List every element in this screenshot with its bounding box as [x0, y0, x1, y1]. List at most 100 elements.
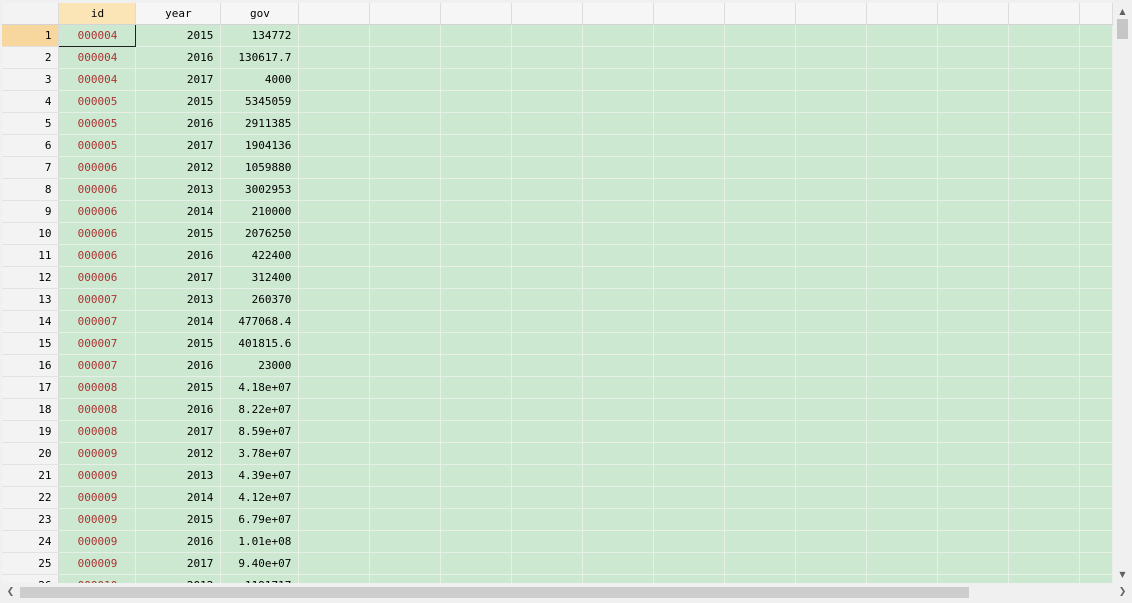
cell-gov[interactable]: 401815.6 [220, 332, 300, 355]
cell-empty[interactable] [511, 178, 584, 201]
cell-empty[interactable] [1008, 354, 1080, 377]
cell-id[interactable]: 000005 [58, 112, 137, 135]
cell-empty[interactable] [653, 464, 726, 487]
cell-gov[interactable]: 312400 [220, 266, 300, 289]
row-number[interactable]: 21 [2, 464, 60, 487]
cell-empty[interactable] [1079, 486, 1113, 509]
cell-year[interactable]: 2015 [135, 90, 222, 113]
cell-empty[interactable] [653, 134, 726, 157]
cell-id[interactable]: 000005 [58, 134, 137, 157]
cell-empty[interactable] [440, 398, 513, 421]
cell-gov[interactable]: 4.18e+07 [220, 376, 300, 399]
cell-empty[interactable] [866, 354, 938, 377]
cell-empty[interactable] [511, 90, 584, 113]
cell-empty[interactable] [369, 398, 442, 421]
cell-empty[interactable] [937, 178, 1009, 201]
cell-empty[interactable] [582, 486, 655, 509]
cell-id[interactable]: 000009 [58, 486, 137, 509]
cell-empty[interactable] [937, 288, 1009, 311]
cell-empty[interactable] [369, 574, 442, 583]
cell-id[interactable]: 000007 [58, 310, 137, 333]
cell-gov[interactable]: 4.12e+07 [220, 486, 300, 509]
cell-id[interactable]: 000004 [58, 68, 137, 91]
scroll-left-arrow-icon[interactable]: ❮ [2, 584, 19, 601]
cell-gov[interactable]: 134772 [220, 24, 300, 47]
row-number[interactable]: 26 [2, 574, 60, 583]
cell-gov[interactable]: 130617.7 [220, 46, 300, 69]
cell-empty[interactable] [1079, 244, 1113, 267]
cell-empty[interactable] [937, 486, 1009, 509]
cell-year[interactable]: 2012 [135, 442, 222, 465]
cell-empty[interactable] [724, 464, 797, 487]
cell-empty[interactable] [440, 288, 513, 311]
cell-empty[interactable] [1008, 244, 1080, 267]
cell-empty[interactable] [298, 46, 371, 69]
cell-empty[interactable] [937, 46, 1009, 69]
cell-gov[interactable]: 4000 [220, 68, 300, 91]
cell-empty[interactable] [440, 310, 513, 333]
cell-empty[interactable] [795, 332, 868, 355]
cell-empty[interactable] [653, 288, 726, 311]
cell-empty[interactable] [298, 24, 371, 47]
cell-id[interactable]: 000006 [58, 156, 137, 179]
cell-empty[interactable] [866, 68, 938, 91]
cell-empty[interactable] [440, 200, 513, 223]
cell-empty[interactable] [866, 156, 938, 179]
cell-id[interactable]: 000007 [58, 332, 137, 355]
row-number[interactable]: 19 [2, 420, 60, 443]
cell-empty[interactable] [1079, 508, 1113, 531]
cell-empty[interactable] [724, 530, 797, 553]
corner-cell[interactable] [2, 3, 60, 25]
row-number[interactable]: 11 [2, 244, 60, 267]
cell-empty[interactable] [724, 442, 797, 465]
row-number[interactable]: 8 [2, 178, 60, 201]
row-number[interactable]: 5 [2, 112, 60, 135]
cell-empty[interactable] [511, 134, 584, 157]
cell-empty[interactable] [653, 530, 726, 553]
cell-id[interactable]: 000004 [58, 24, 137, 47]
cell-empty[interactable] [653, 90, 726, 113]
cell-empty[interactable] [653, 486, 726, 509]
cell-empty[interactable] [582, 420, 655, 443]
column-header-year[interactable]: year [135, 3, 222, 25]
cell-empty[interactable] [866, 200, 938, 223]
cell-empty[interactable] [724, 552, 797, 575]
cell-empty[interactable] [724, 288, 797, 311]
cell-gov[interactable]: 477068.4 [220, 310, 300, 333]
cell-year[interactable]: 2016 [135, 398, 222, 421]
cell-id[interactable]: 000008 [58, 420, 137, 443]
cell-empty[interactable] [511, 552, 584, 575]
cell-id[interactable]: 000004 [58, 46, 137, 69]
cell-empty[interactable] [1079, 156, 1113, 179]
cell-empty[interactable] [1008, 134, 1080, 157]
cell-empty[interactable] [866, 222, 938, 245]
row-number[interactable]: 15 [2, 332, 60, 355]
cell-empty[interactable] [724, 420, 797, 443]
cell-gov[interactable]: 6.79e+07 [220, 508, 300, 531]
vertical-scroll-thumb[interactable] [1117, 19, 1128, 39]
row-number[interactable]: 3 [2, 68, 60, 91]
cell-empty[interactable] [298, 310, 371, 333]
cell-empty[interactable] [724, 24, 797, 47]
cell-empty[interactable] [440, 178, 513, 201]
cell-empty[interactable] [582, 398, 655, 421]
cell-empty[interactable] [653, 310, 726, 333]
cell-empty[interactable] [937, 266, 1009, 289]
cell-empty[interactable] [1008, 574, 1080, 583]
cell-empty[interactable] [369, 90, 442, 113]
column-header-empty[interactable] [369, 3, 442, 25]
cell-empty[interactable] [511, 24, 584, 47]
cell-year[interactable]: 2014 [135, 486, 222, 509]
cell-empty[interactable] [440, 332, 513, 355]
cell-empty[interactable] [511, 420, 584, 443]
cell-empty[interactable] [795, 552, 868, 575]
cell-empty[interactable] [866, 486, 938, 509]
cell-year[interactable]: 2012 [135, 574, 222, 583]
cell-gov[interactable]: 260370 [220, 288, 300, 311]
cell-empty[interactable] [653, 24, 726, 47]
cell-empty[interactable] [795, 486, 868, 509]
row-number[interactable]: 7 [2, 156, 60, 179]
cell-empty[interactable] [440, 68, 513, 91]
cell-empty[interactable] [937, 464, 1009, 487]
cell-empty[interactable] [440, 552, 513, 575]
